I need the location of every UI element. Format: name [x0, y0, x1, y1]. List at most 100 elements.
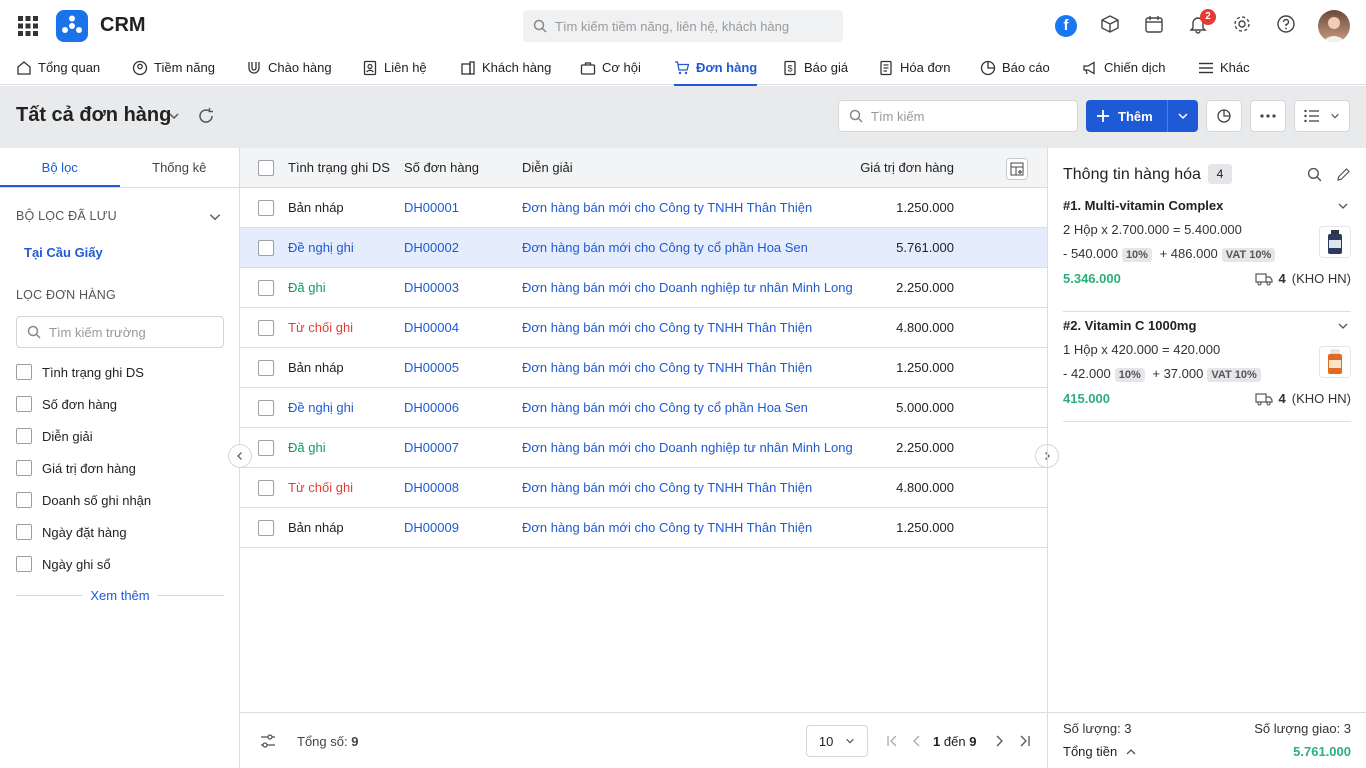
- row-checkbox[interactable]: [258, 240, 274, 256]
- nav-item-opportunities[interactable]: Cơ hội: [580, 50, 641, 85]
- filter-field[interactable]: Số đơn hàng: [16, 396, 117, 412]
- filter-field[interactable]: Diễn giải: [16, 428, 93, 444]
- nav-item-leads[interactable]: Tiềm năng: [132, 50, 215, 85]
- table-row[interactable]: Bản nháp DH00001 Đơn hàng bán mới cho Công…: [240, 188, 1047, 228]
- row-checkbox[interactable]: [258, 320, 274, 336]
- add-main-button[interactable]: Thêm: [1086, 100, 1168, 132]
- show-more-link[interactable]: Xem thêm: [82, 588, 157, 603]
- nav-item-customers[interactable]: Khách hàng: [460, 50, 551, 85]
- row-checkbox[interactable]: [258, 280, 274, 296]
- nav-item-orders[interactable]: Đơn hàng: [674, 50, 758, 86]
- order-number-link[interactable]: DH00009: [404, 520, 459, 535]
- edit-icon[interactable]: [1336, 167, 1351, 182]
- facebook-icon[interactable]: f: [1055, 15, 1077, 37]
- nav-item-more[interactable]: Khác: [1198, 50, 1250, 85]
- order-number-link[interactable]: DH00006: [404, 400, 459, 415]
- page-size-select[interactable]: 10: [806, 725, 868, 757]
- first-page-icon[interactable]: [886, 734, 900, 748]
- nav-item-contacts[interactable]: Liên hệ: [362, 50, 427, 85]
- chevron-down-icon[interactable]: [208, 210, 222, 224]
- checkbox[interactable]: [16, 556, 32, 572]
- checkbox[interactable]: [16, 492, 32, 508]
- row-checkbox[interactable]: [258, 440, 274, 456]
- checkbox[interactable]: [16, 460, 32, 476]
- order-number-link[interactable]: DH00005: [404, 360, 459, 375]
- filter-field[interactable]: Ngày đặt hàng: [16, 524, 127, 540]
- avatar[interactable]: [1318, 10, 1350, 42]
- nav-item-invoices[interactable]: Hóa đơn: [878, 50, 950, 85]
- table-row[interactable]: Bản nháp DH00009 Đơn hàng bán mới cho Công…: [240, 508, 1047, 548]
- order-number-link[interactable]: DH00004: [404, 320, 459, 335]
- chevron-down-icon[interactable]: [1337, 320, 1349, 332]
- order-description-link[interactable]: Đơn hàng bán mới cho Công ty TNHH Thân T…: [522, 320, 812, 335]
- table-row[interactable]: Đề nghị ghi DH00006 Đơn hàng bán mới cho C…: [240, 388, 1047, 428]
- table-row[interactable]: Bản nháp DH00005 Đơn hàng bán mới cho Công…: [240, 348, 1047, 388]
- page-title[interactable]: Tất cả đơn hàng: [16, 104, 171, 127]
- order-description-link[interactable]: Đơn hàng bán mới cho Doanh nghiệp tư nhâ…: [522, 440, 853, 455]
- saved-filter-item[interactable]: Tại Cầu Giấy: [24, 245, 103, 260]
- prev-page-icon[interactable]: [910, 734, 924, 748]
- filter-field[interactable]: Giá trị đơn hàng: [16, 460, 136, 476]
- apps-grid-icon[interactable]: [18, 16, 38, 36]
- global-search-input[interactable]: Tìm kiếm tiềm năng, liên hệ, khách hàng: [523, 10, 843, 42]
- column-header-status[interactable]: Tình trạng ghi DS: [288, 148, 390, 188]
- product-item[interactable]: #1. Multi-vitamin Complex 2 Hộp x 2.700.…: [1063, 198, 1351, 312]
- help-icon[interactable]: [1276, 14, 1296, 34]
- box-icon[interactable]: [1100, 14, 1120, 34]
- select-all-checkbox[interactable]: [258, 160, 274, 176]
- order-number-link[interactable]: DH00003: [404, 280, 459, 295]
- crm-logo-icon[interactable]: [56, 10, 88, 42]
- chart-view-button[interactable]: [1206, 100, 1242, 132]
- product-item[interactable]: #2. Vitamin C 1000mg 1 Hộp x 420.000 = 4…: [1063, 318, 1351, 422]
- checkbox[interactable]: [16, 524, 32, 540]
- order-number-link[interactable]: DH00001: [404, 200, 459, 215]
- next-page-icon[interactable]: [992, 734, 1006, 748]
- order-search-input[interactable]: Tìm kiếm: [838, 100, 1078, 132]
- nav-item-quotes[interactable]: $ Báo giá: [782, 50, 848, 85]
- table-row[interactable]: Từ chối ghi DH00004 Đơn hàng bán mới cho C…: [240, 308, 1047, 348]
- order-description-link[interactable]: Đơn hàng bán mới cho Công ty TNHH Thân T…: [522, 520, 812, 535]
- chevron-down-icon[interactable]: [168, 110, 180, 122]
- checkbox[interactable]: [16, 364, 32, 380]
- add-button[interactable]: Thêm: [1086, 100, 1198, 132]
- row-checkbox[interactable]: [258, 400, 274, 416]
- filter-field[interactable]: Doanh số ghi nhận: [16, 492, 151, 508]
- sliders-icon[interactable]: [260, 733, 276, 749]
- order-description-link[interactable]: Đơn hàng bán mới cho Doanh nghiệp tư nhâ…: [522, 280, 853, 295]
- calendar-icon[interactable]: [1144, 14, 1164, 34]
- search-icon[interactable]: [1307, 167, 1322, 182]
- table-row[interactable]: Từ chối ghi DH00008 Đơn hàng bán mới cho C…: [240, 468, 1047, 508]
- total-toggle[interactable]: Tổng tiền: [1063, 744, 1137, 759]
- table-row[interactable]: Đề nghị ghi DH00002 Đơn hàng bán mới cho C…: [240, 228, 1047, 268]
- scroll-left-button[interactable]: [228, 444, 252, 468]
- order-description-link[interactable]: Đơn hàng bán mới cho Công ty TNHH Thân T…: [522, 200, 812, 215]
- order-description-link[interactable]: Đơn hàng bán mới cho Công ty cổ phần Hoa…: [522, 240, 808, 255]
- column-header-description[interactable]: Diễn giải: [522, 148, 573, 188]
- tab-statistics[interactable]: Thống kê: [120, 148, 240, 187]
- nav-item-overview[interactable]: Tổng quan: [16, 50, 100, 85]
- column-settings-icon[interactable]: [1006, 158, 1028, 180]
- table-row[interactable]: Đã ghi DH00003 Đơn hàng bán mới cho Doanh …: [240, 268, 1047, 308]
- order-description-link[interactable]: Đơn hàng bán mới cho Công ty TNHH Thân T…: [522, 480, 812, 495]
- chevron-down-icon[interactable]: [1337, 200, 1349, 212]
- order-description-link[interactable]: Đơn hàng bán mới cho Công ty cổ phần Hoa…: [522, 400, 808, 415]
- checkbox[interactable]: [16, 428, 32, 444]
- checkbox[interactable]: [16, 396, 32, 412]
- saved-filters-heading[interactable]: BỘ LỌC ĐÃ LƯU: [16, 209, 117, 223]
- more-actions-button[interactable]: [1250, 100, 1286, 132]
- filter-field[interactable]: Tình trạng ghi DS: [16, 364, 144, 380]
- nav-item-campaigns[interactable]: Chiến dịch: [1082, 50, 1165, 85]
- column-header-number[interactable]: Số đơn hàng: [404, 148, 479, 188]
- order-number-link[interactable]: DH00002: [404, 240, 459, 255]
- add-dropdown-button[interactable]: [1168, 110, 1198, 122]
- filter-field[interactable]: Ngày ghi sổ: [16, 556, 111, 572]
- last-page-icon[interactable]: [1017, 734, 1031, 748]
- nav-item-offers[interactable]: Chào hàng: [246, 50, 332, 85]
- view-mode-button[interactable]: [1294, 100, 1350, 132]
- row-checkbox[interactable]: [258, 200, 274, 216]
- field-search-input[interactable]: Tìm kiếm trường: [16, 316, 224, 348]
- table-row[interactable]: Đã ghi DH00007 Đơn hàng bán mới cho Doanh …: [240, 428, 1047, 468]
- order-description-link[interactable]: Đơn hàng bán mới cho Công ty TNHH Thân T…: [522, 360, 812, 375]
- row-checkbox[interactable]: [258, 480, 274, 496]
- order-number-link[interactable]: DH00008: [404, 480, 459, 495]
